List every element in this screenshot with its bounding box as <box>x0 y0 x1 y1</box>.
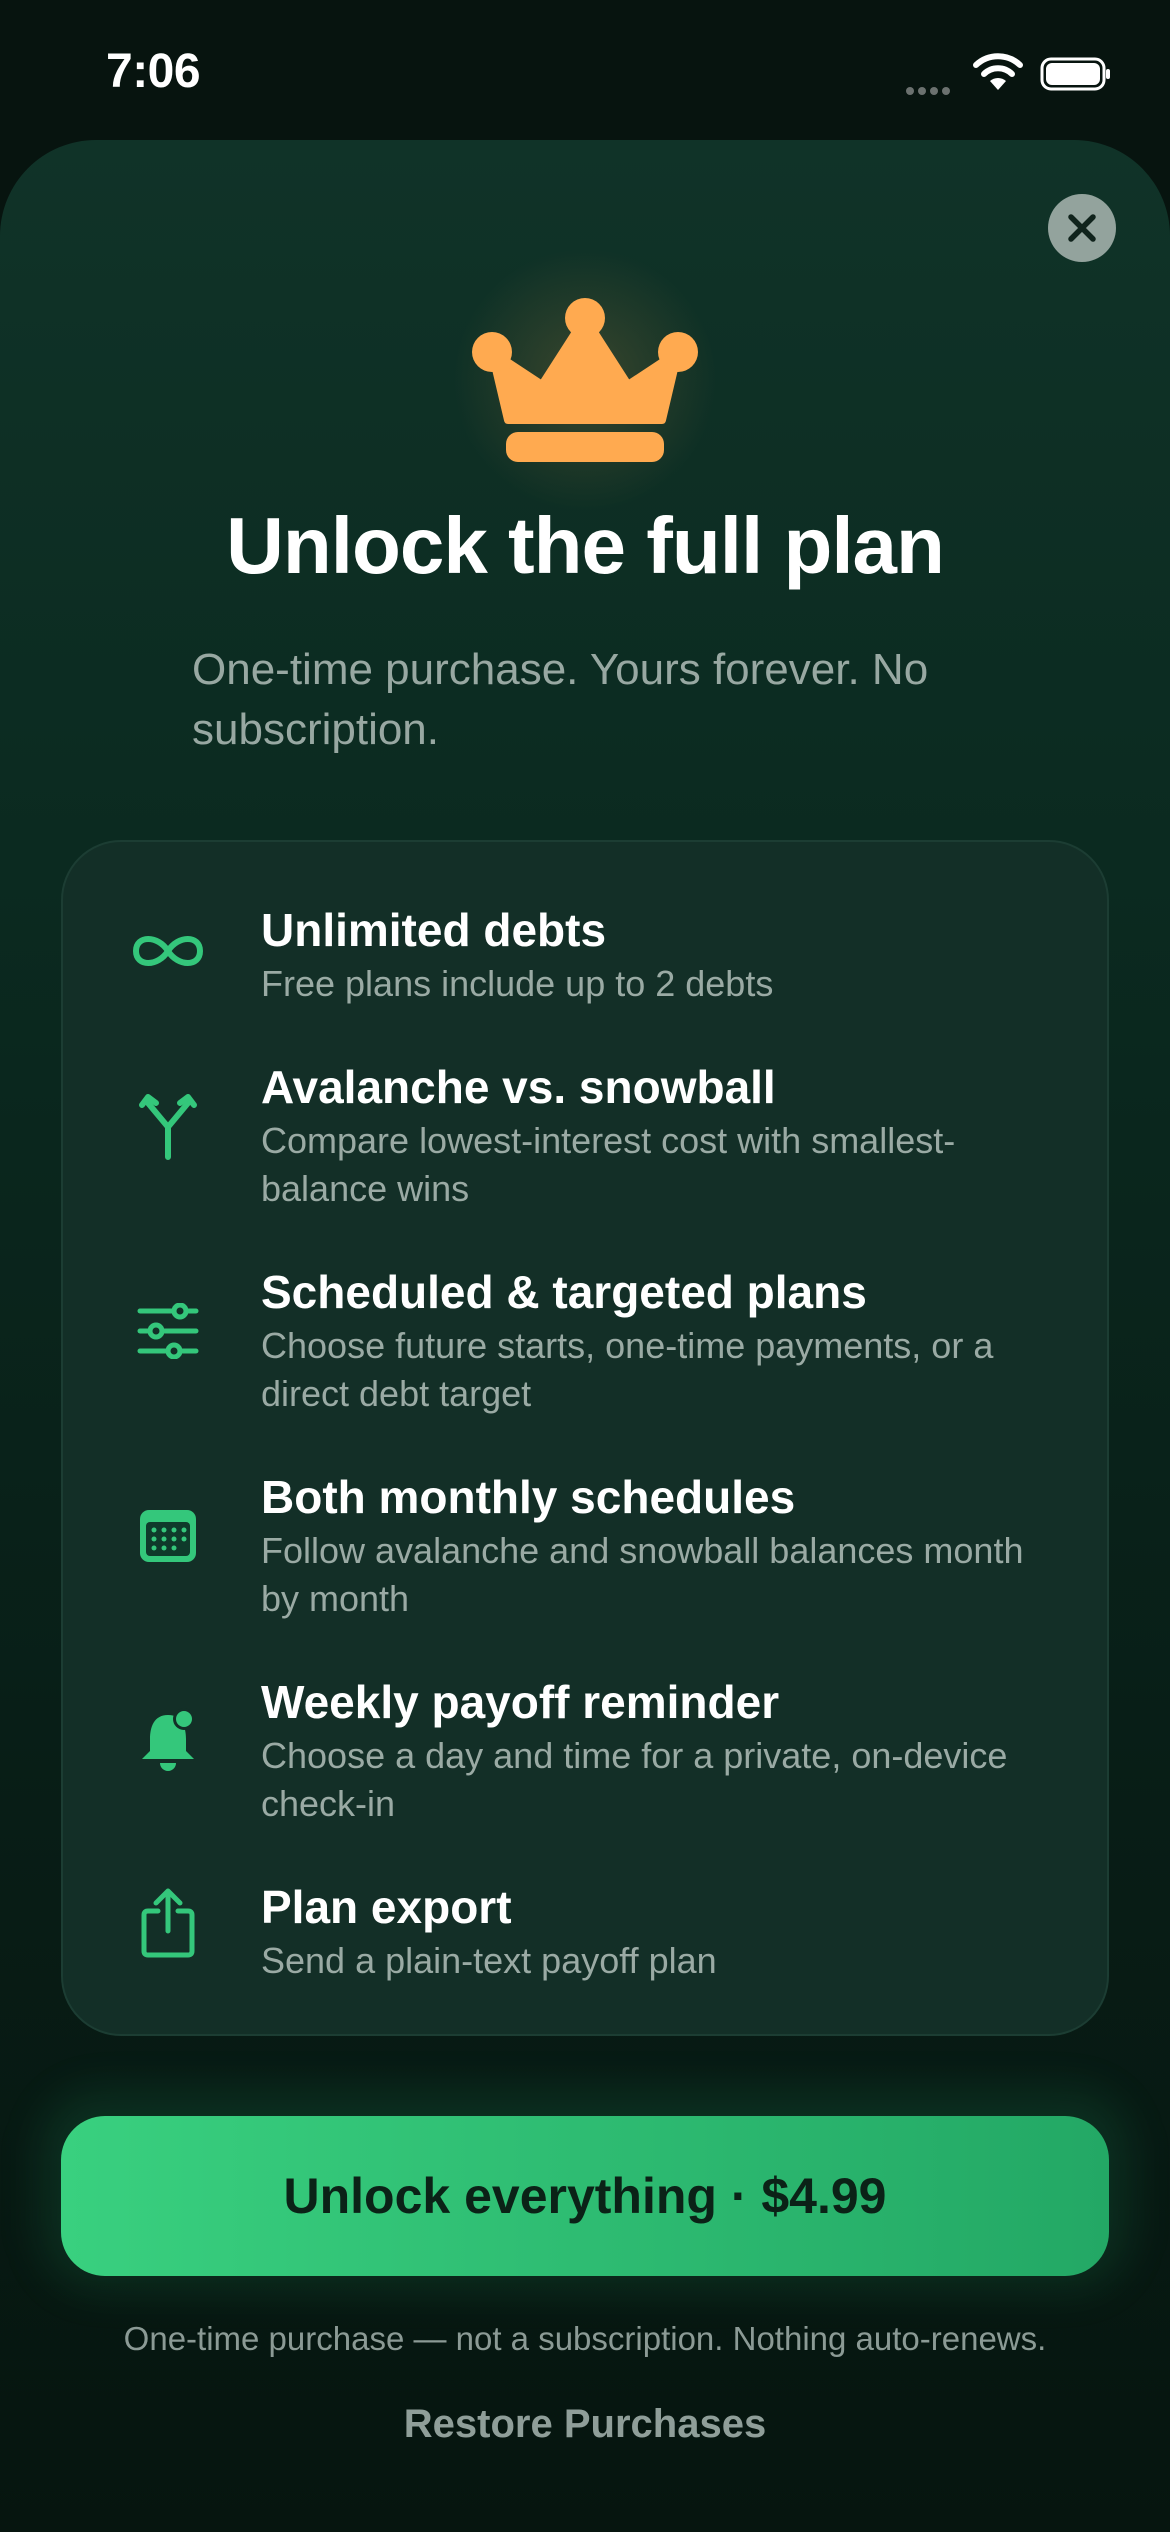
close-button[interactable] <box>1048 194 1116 262</box>
page-subtitle: One-time purchase. Yours forever. No sub… <box>192 645 929 754</box>
restore-purchases-button[interactable]: Restore Purchases <box>0 2402 1170 2447</box>
unlock-button[interactable]: Unlock everything · $4.99 <box>61 2116 1109 2276</box>
feature-description: Send a plain-text payoff plan <box>261 1940 717 1981</box>
status-time: 7:06 <box>106 45 201 98</box>
feature-description: Choose future starts, one-time payments,… <box>261 1325 994 1414</box>
feature-description: Compare lowest-interest cost with smalle… <box>261 1120 956 1209</box>
status-bar: 7:06 <box>0 0 1170 140</box>
feature-title: Scheduled & targeted plans <box>261 1266 867 1318</box>
unlock-button-label: Unlock everything · $4.99 <box>283 2168 887 2224</box>
features-card: Unlimited debts Free plans include up to… <box>61 840 1109 2036</box>
feature-title: Weekly payoff reminder <box>261 1676 780 1728</box>
feature-description: Choose a day and time for a private, on-… <box>261 1735 1008 1824</box>
wifi-icon <box>973 53 1023 90</box>
fine-print: One-time purchase — not a subscription. … <box>123 2320 1047 2357</box>
feature-title: Both monthly schedules <box>261 1471 796 1523</box>
feature-title: Unlimited debts <box>261 904 607 956</box>
split-arrows-icon <box>123 1081 213 1171</box>
infinity-icon <box>123 906 213 996</box>
bell-badge-icon <box>123 1696 213 1786</box>
feature-title: Avalanche vs. snowball <box>261 1061 776 1113</box>
page-title: Unlock the full plan <box>226 501 945 590</box>
feature-description: Follow avalanche and snowball balances m… <box>261 1530 1024 1619</box>
close-icon <box>1068 214 1096 242</box>
paywall-screen: 7:06 Unlock the full plan One-time purch… <box>0 0 1170 2532</box>
share-icon <box>123 1877 213 1967</box>
cellular-dots-icon <box>906 82 954 100</box>
battery-icon <box>1040 57 1110 91</box>
feature-title: Plan export <box>261 1881 512 1933</box>
calendar-icon <box>123 1491 213 1581</box>
sliders-icon <box>123 1286 213 1376</box>
crown-icon <box>472 298 698 462</box>
feature-description: Free plans include up to 2 debts <box>261 963 774 1004</box>
